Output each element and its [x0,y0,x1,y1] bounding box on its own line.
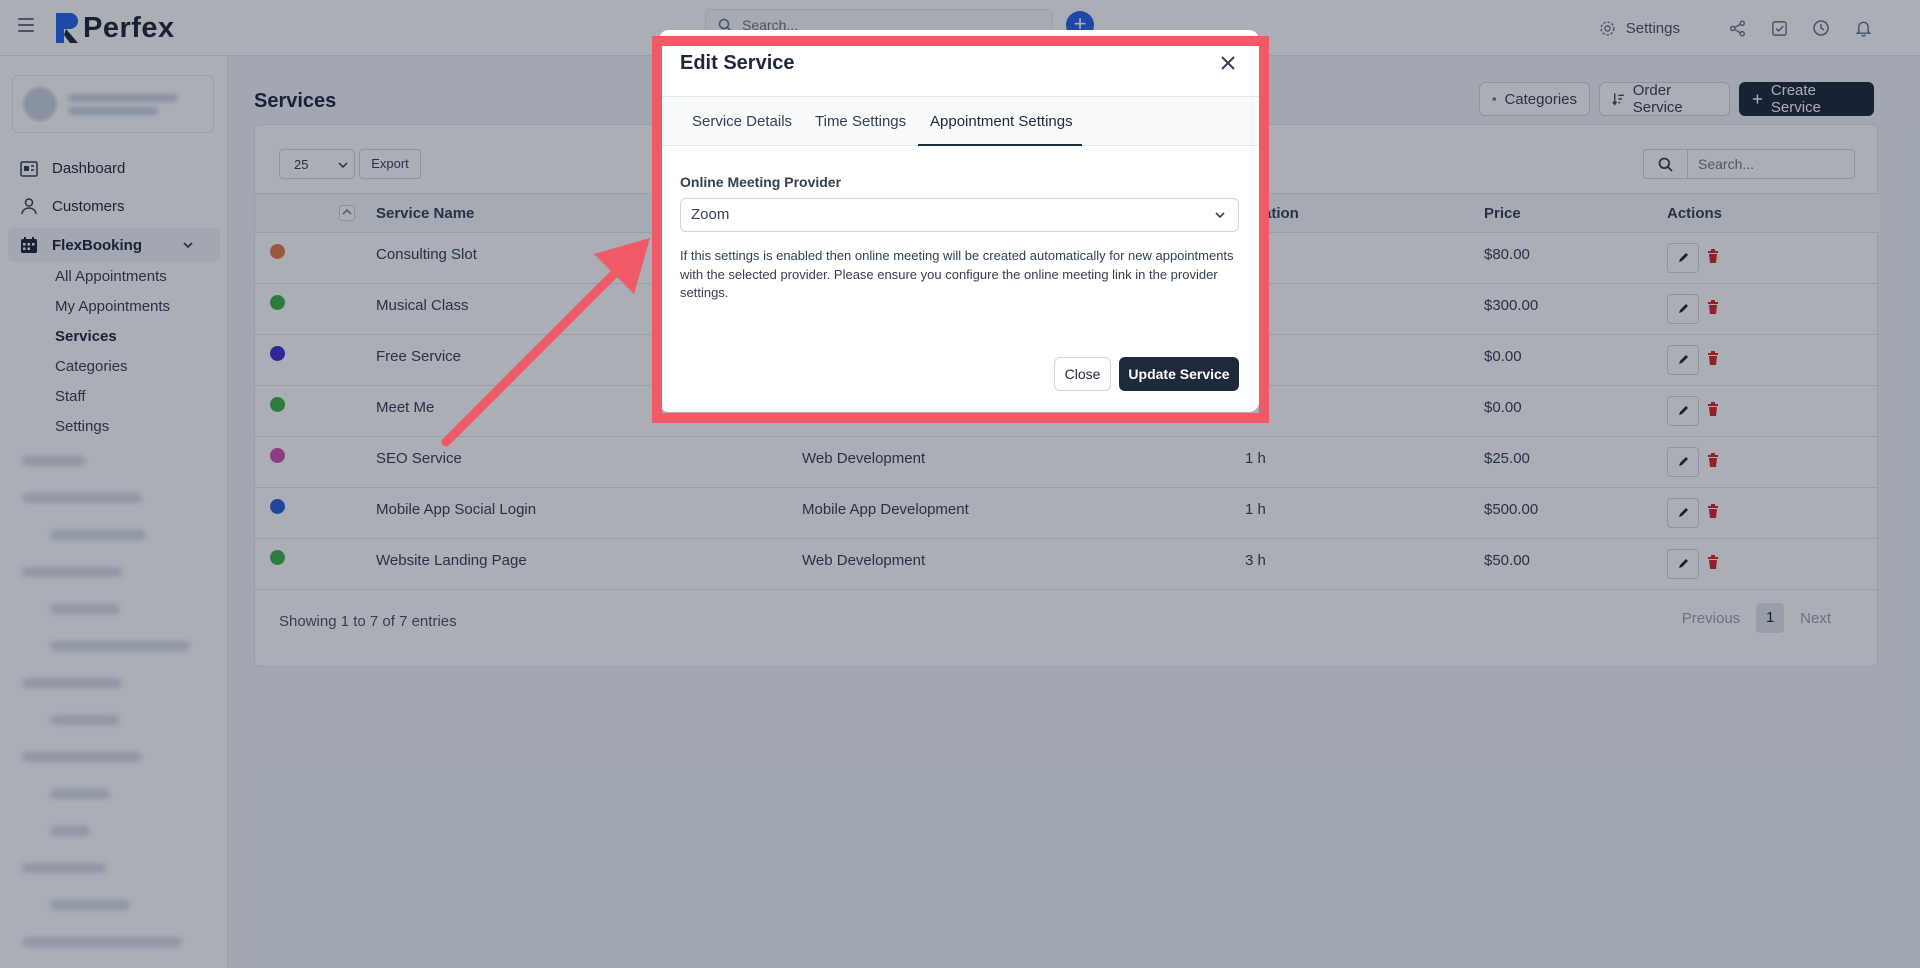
annotation-arrow [441,238,650,447]
